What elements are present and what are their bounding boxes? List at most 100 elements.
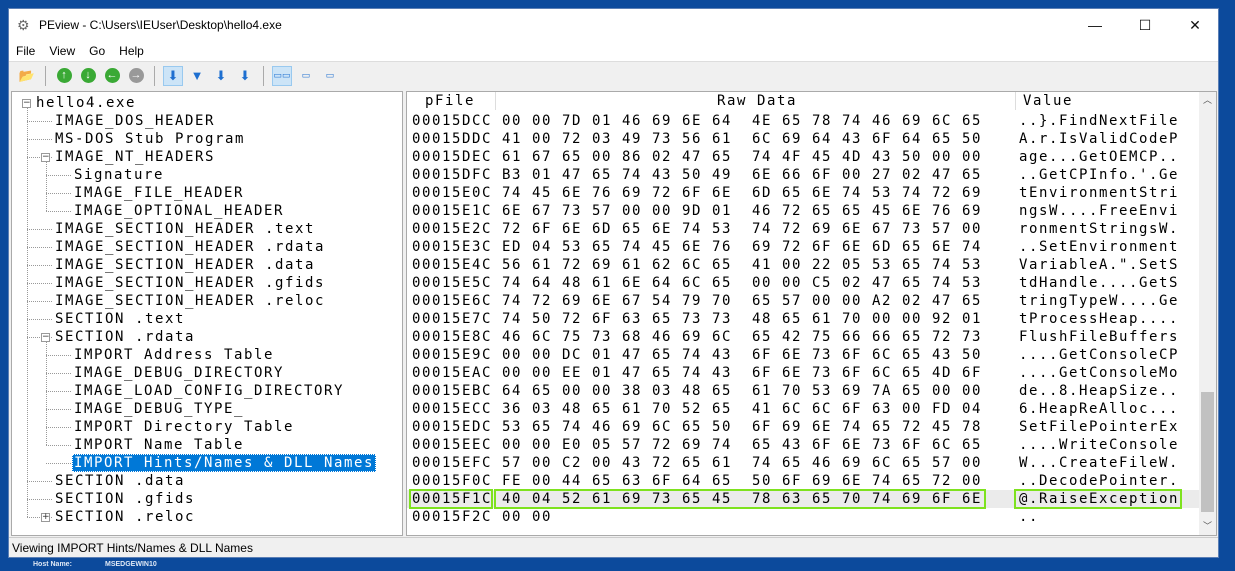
hex-row[interactable]: 00015EEC 00 00 E0 05 57 72 69 74 65 43 6F… [407, 436, 1201, 454]
tree-item[interactable]: SECTION .data [55, 472, 185, 490]
up-icon[interactable]: ↑ [54, 66, 74, 86]
collapse-icon[interactable]: − [22, 99, 31, 108]
tree-item[interactable]: IMAGE_NT_HEADERS [55, 148, 215, 166]
expand-icon[interactable]: + [41, 513, 50, 522]
view-2-icon[interactable]: ▼ [187, 66, 207, 86]
tree-connector [46, 175, 71, 176]
tree-item[interactable]: IMAGE_SECTION_HEADER .gfids [55, 274, 325, 292]
menu-go[interactable]: Go [82, 44, 112, 58]
forward-icon[interactable]: → [126, 66, 146, 86]
tree-item[interactable]: IMAGE_LOAD_CONFIG_DIRECTORY [74, 382, 344, 400]
bytes-medium-icon[interactable]: ▭ [296, 66, 316, 86]
offset-cell: 00015E2C [412, 221, 492, 237]
bytes-narrow-icon[interactable]: ▭ [320, 66, 340, 86]
menu-file[interactable]: File [9, 44, 42, 58]
tree-item[interactable]: IMAGE_SECTION_HEADER .reloc [55, 292, 325, 310]
hex-row[interactable]: 00015DDC 41 00 72 03 49 73 56 61 6C 69 64… [407, 130, 1201, 148]
hex-row[interactable]: 00015DEC 61 67 65 00 86 02 47 65 74 4F 45… [407, 148, 1201, 166]
hex-row[interactable]: 00015E1C 6E 67 73 57 00 00 9D 01 46 72 65… [407, 202, 1201, 220]
tree-item[interactable]: IMPORT Address Table [74, 346, 274, 364]
tree-item[interactable]: IMAGE_SECTION_HEADER .text [55, 220, 315, 238]
tree-item[interactable]: SECTION .reloc [55, 508, 195, 526]
tree-item[interactable]: Signature [74, 166, 164, 184]
collapse-icon[interactable]: − [41, 153, 50, 162]
tree-connector [46, 355, 71, 356]
view-3-icon[interactable]: ⬇ [211, 66, 231, 86]
view-1-icon[interactable]: ⬇ [163, 65, 183, 86]
tree-item[interactable]: IMAGE_FILE_HEADER [74, 184, 244, 202]
tree-item[interactable]: IMPORT Directory Table [74, 418, 294, 436]
tree-item[interactable]: IMPORT Hints/Names & DLL Names [72, 454, 376, 472]
hex-row[interactable]: 00015EFC 57 00 C2 00 43 72 65 61 74 65 46… [407, 454, 1201, 472]
back-icon[interactable]: ← [102, 66, 122, 86]
hex-row[interactable]: 00015EDC 53 65 74 46 69 6C 65 50 6F 69 6E… [407, 418, 1201, 436]
tree-item[interactable]: SECTION .rdata [55, 328, 195, 346]
menu-help[interactable]: Help [112, 44, 151, 58]
vertical-scrollbar[interactable]: ︿ ﹀ [1199, 92, 1216, 535]
hex-row[interactable]: 00015E2C 72 6F 6E 6D 65 6E 74 53 74 72 69… [407, 220, 1201, 238]
hex-row[interactable]: 00015ECC 36 03 48 65 61 70 52 65 41 6C 6C… [407, 400, 1201, 418]
tree-item[interactable]: IMAGE_DOS_HEADER [55, 112, 215, 130]
hex-row[interactable]: 00015EBC 64 65 00 00 38 03 48 65 61 70 53… [407, 382, 1201, 400]
hex-row[interactable]: 00015E5C 74 64 48 61 6E 64 6C 65 00 00 C5… [407, 274, 1201, 292]
tree-item[interactable]: SECTION .text [55, 310, 185, 328]
scroll-up-icon[interactable]: ︿ [1199, 92, 1216, 109]
hex-row[interactable]: 00015E0C 74 45 6E 76 69 72 6F 6E 6D 65 6E… [407, 184, 1201, 202]
scroll-down-icon[interactable]: ﹀ [1199, 518, 1216, 535]
menu-bar: File View Go Help [9, 41, 1218, 61]
value-cell: SetFilePointerEx [1019, 419, 1179, 435]
hex-row[interactable]: 00015E6C 74 72 69 6E 67 54 79 70 65 57 00… [407, 292, 1201, 310]
tree-item[interactable]: IMAGE_DEBUG_DIRECTORY [74, 364, 284, 382]
open-icon[interactable]: 📂 [17, 66, 37, 86]
down-icon[interactable]: ↓ [78, 66, 98, 86]
maximize-button[interactable]: ☐ [1122, 9, 1168, 41]
hex-row[interactable]: 00015DFC B3 01 47 65 74 43 50 49 6E 66 6F… [407, 166, 1201, 184]
tree-item[interactable]: IMPORT Name Table [74, 436, 244, 454]
value-cell: de..8.HeapSize.. [1019, 383, 1179, 399]
hex-row[interactable]: 00015E3C ED 04 53 65 74 45 6E 76 69 72 6F… [407, 238, 1201, 256]
tree-item[interactable]: IMAGE_OPTIONAL_HEADER [74, 202, 284, 220]
column-header-raw-data[interactable]: Raw Data [717, 92, 797, 110]
menu-view[interactable]: View [42, 44, 82, 58]
offset-cell: 00015E0C [412, 185, 492, 201]
raw-data-cell: 57 00 C2 00 43 72 65 61 74 65 46 69 6C 6… [502, 455, 982, 471]
hex-row[interactable]: 00015E9C 00 00 DC 01 47 65 74 43 6F 6E 73… [407, 346, 1201, 364]
hex-row[interactable]: 00015E8C 46 6C 75 73 68 46 69 6C 65 42 75… [407, 328, 1201, 346]
value-cell: tProcessHeap.... [1019, 311, 1179, 327]
bytes-wide-icon[interactable]: ▭▭ [272, 65, 292, 86]
view-4-icon[interactable]: ⬇ [235, 66, 255, 86]
hex-row[interactable]: 00015EAC 00 00 EE 01 47 65 74 43 6F 6E 73… [407, 364, 1201, 382]
tree-item[interactable]: IMAGE_SECTION_HEADER .rdata [55, 238, 325, 256]
raw-data-cell: 41 00 72 03 49 73 56 61 6C 69 64 43 6F 6… [502, 131, 982, 147]
tree-connector [27, 319, 52, 320]
hex-row[interactable]: 00015E4C 56 61 72 69 61 62 6C 65 41 00 22… [407, 256, 1201, 274]
value-cell: tdHandle....GetS [1019, 275, 1179, 291]
tree-item[interactable]: SECTION .gfids [55, 490, 195, 508]
raw-data-cell: 74 45 6E 76 69 72 6F 6E 6D 65 6E 74 53 7… [502, 185, 982, 201]
value-cell: ..GetCPInfo.'.Ge [1019, 167, 1179, 183]
raw-data-cell: 46 6C 75 73 68 46 69 6C 65 42 75 66 66 6… [502, 329, 982, 345]
hex-row[interactable]: 00015DCC 00 00 7D 01 46 69 6E 64 4E 65 78… [407, 112, 1201, 130]
collapse-icon[interactable]: − [41, 333, 50, 342]
raw-data-cell: 74 64 48 61 6E 64 6C 65 00 00 C5 02 47 6… [502, 275, 982, 291]
hex-row[interactable]: 00015E7C 74 50 72 6F 63 65 73 73 48 65 61… [407, 310, 1201, 328]
hex-row[interactable]: 00015F0C FE 00 44 65 63 6F 64 65 50 6F 69… [407, 472, 1201, 490]
column-separator [495, 92, 496, 110]
column-header-value[interactable]: Value [1023, 92, 1073, 110]
value-cell: .. [1019, 509, 1039, 525]
tree-connector [46, 445, 71, 446]
tree-item[interactable]: IMAGE_SECTION_HEADER .data [55, 256, 315, 274]
tree-item[interactable]: MS-DOS Stub Program [55, 130, 245, 148]
column-header-pfile[interactable]: pFile [425, 92, 475, 110]
app-icon: ⚙ [17, 17, 30, 33]
value-cell: tEnvironmentStri [1019, 185, 1179, 201]
scroll-thumb[interactable] [1201, 392, 1214, 512]
offset-cell: 00015E9C [412, 347, 492, 363]
hex-row[interactable]: 00015F2C 00 00.. [407, 508, 1201, 526]
close-button[interactable]: ✕ [1172, 9, 1218, 41]
host-name-value: MSEDGEWIN10 [105, 561, 157, 568]
tree-item[interactable]: hello4.exe [36, 94, 136, 112]
tree-item[interactable]: IMAGE_DEBUG_TYPE_ [74, 400, 244, 418]
minimize-button[interactable]: — [1072, 9, 1118, 41]
value-cell: age...GetOEMCP.. [1019, 149, 1179, 165]
